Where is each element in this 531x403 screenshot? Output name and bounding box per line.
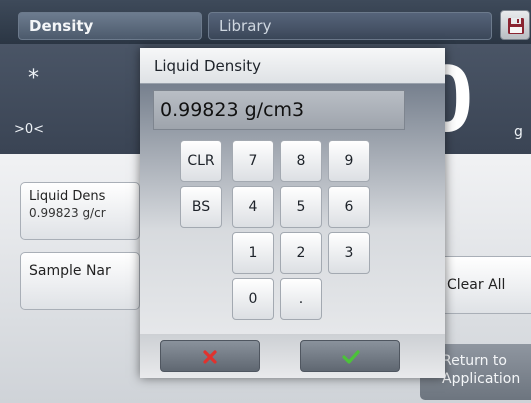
top-bar: Density Determination Library bbox=[0, 0, 531, 61]
confirm-button[interactable] bbox=[300, 340, 400, 372]
sample-name-button[interactable]: Sample Nar bbox=[20, 252, 140, 310]
key-3[interactable]: 3 bbox=[328, 232, 370, 274]
key-clr[interactable]: CLR bbox=[180, 140, 222, 182]
key-8[interactable]: 8 bbox=[280, 140, 322, 182]
liquid-density-button[interactable]: Liquid Dens 0.99823 g/cr bbox=[20, 182, 140, 240]
key-bs[interactable]: BS bbox=[180, 186, 222, 228]
dialog-actions bbox=[140, 334, 445, 378]
key-4[interactable]: 4 bbox=[232, 186, 274, 228]
floppy-disk-icon bbox=[508, 18, 524, 34]
return-label-line2: Application bbox=[442, 371, 521, 387]
tab-library[interactable]: Library bbox=[208, 12, 492, 40]
key-9[interactable]: 9 bbox=[328, 140, 370, 182]
cancel-button[interactable] bbox=[160, 340, 260, 372]
key-decimal[interactable]: . bbox=[280, 278, 322, 320]
key-2[interactable]: 2 bbox=[280, 232, 322, 274]
key-0[interactable]: 0 bbox=[232, 278, 274, 320]
checkmark-icon bbox=[342, 350, 360, 364]
zero-indicator: >0< bbox=[14, 122, 45, 137]
stable-indicator: * bbox=[28, 66, 39, 91]
liquid-density-value: 0.99823 g/cr bbox=[29, 206, 106, 220]
key-7[interactable]: 7 bbox=[232, 140, 274, 182]
cancel-x-icon bbox=[203, 350, 217, 364]
return-label-line1: Return to bbox=[442, 353, 507, 369]
sample-name-label: Sample Nar bbox=[29, 263, 111, 279]
key-5[interactable]: 5 bbox=[280, 186, 322, 228]
key-1[interactable]: 1 bbox=[232, 232, 274, 274]
liquid-density-label: Liquid Dens bbox=[29, 189, 106, 204]
density-entry-field[interactable]: 0.99823 g/cm3 bbox=[153, 90, 405, 130]
weight-unit: g bbox=[514, 124, 523, 140]
save-button[interactable] bbox=[500, 10, 530, 40]
dialog-title: Liquid Density bbox=[140, 48, 445, 84]
key-6[interactable]: 6 bbox=[328, 186, 370, 228]
tab-density-determination[interactable]: Density Determination bbox=[18, 12, 202, 61]
liquid-density-dialog: Liquid Density 0.99823 g/cm3 CLR 7 8 9 B… bbox=[140, 48, 445, 378]
